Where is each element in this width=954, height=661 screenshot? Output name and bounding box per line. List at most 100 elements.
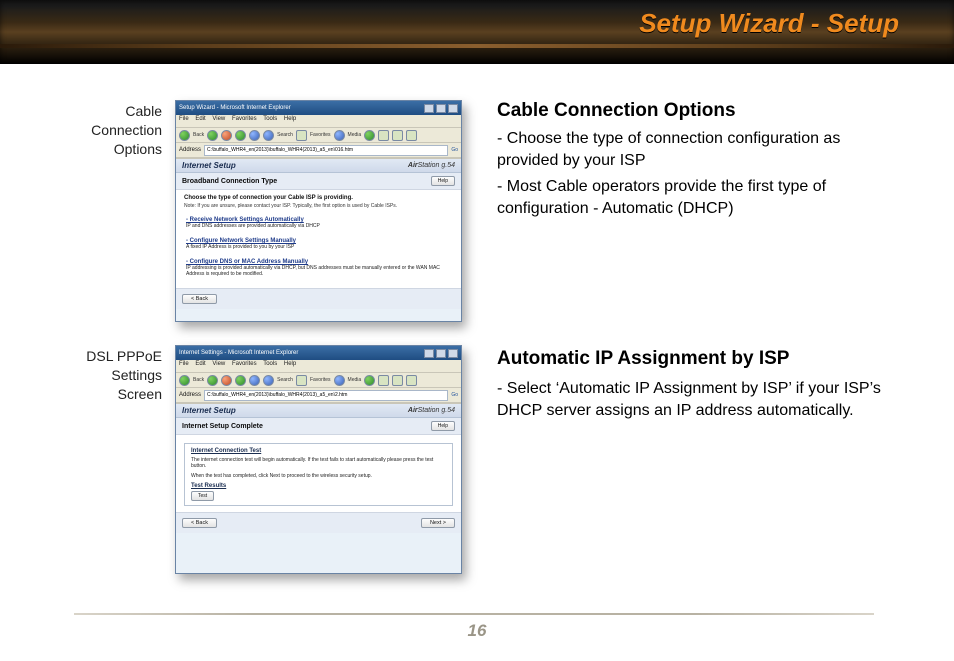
mail-icon[interactable] — [378, 375, 389, 386]
content-header: Internet Setup AirStation g.54 — [176, 159, 461, 173]
brand: AirStation g.54 — [408, 407, 455, 414]
media-label: Media — [348, 132, 362, 138]
brand-b: Station — [418, 407, 440, 414]
forward-icon[interactable] — [207, 375, 218, 386]
search-label: Search — [277, 132, 293, 138]
test-button[interactable]: Test — [191, 491, 214, 501]
refresh-icon[interactable] — [235, 130, 246, 141]
section-paragraph-3: - Select ‘Automatic IP Assignment by ISP… — [497, 378, 887, 421]
back-icon[interactable] — [179, 130, 190, 141]
stop-icon[interactable] — [221, 130, 232, 141]
header-underline — [0, 44, 954, 48]
menu-help[interactable]: Help — [284, 361, 296, 367]
media-icon[interactable] — [334, 375, 345, 386]
content-title: Internet Setup — [182, 406, 236, 415]
screenshot-cable-options: Setup Wizard - Microsoft Internet Explor… — [175, 100, 462, 322]
menu-view[interactable]: View — [212, 116, 225, 122]
content-title: Internet Setup — [182, 161, 236, 170]
print-icon[interactable] — [392, 130, 403, 141]
forward-icon[interactable] — [207, 130, 218, 141]
menu-file[interactable]: File — [179, 361, 189, 367]
minimize-icon[interactable] — [424, 349, 434, 358]
edit-icon[interactable] — [406, 130, 417, 141]
menu-edit[interactable]: Edit — [195, 361, 205, 367]
search-icon[interactable] — [263, 375, 274, 386]
header-banner: Setup Wizard - Setup — [0, 0, 954, 64]
home-icon[interactable] — [249, 130, 260, 141]
home-icon[interactable] — [249, 375, 260, 386]
menu-help[interactable]: Help — [284, 116, 296, 122]
page-body: Internet Setup AirStation g.54 Internet … — [176, 403, 461, 533]
close-icon[interactable] — [448, 104, 458, 113]
help-button[interactable]: Help — [431, 176, 455, 186]
section-heading-2: Automatic IP Assignment by ISP — [497, 348, 789, 370]
connection-test-title: Internet Connection Test — [191, 448, 446, 454]
favorites-label: Favorites — [310, 132, 331, 138]
help-button[interactable]: Help — [431, 421, 455, 431]
window-titlebar: Setup Wizard - Microsoft Internet Explor… — [176, 101, 461, 115]
media-icon[interactable] — [334, 130, 345, 141]
favorites-icon[interactable] — [296, 130, 307, 141]
page-title: Setup Wizard - Setup — [639, 8, 899, 39]
refresh-icon[interactable] — [235, 375, 246, 386]
sub-title: Broadband Connection Type — [182, 178, 277, 185]
brand-a: Air — [408, 407, 418, 414]
address-label: Address — [179, 147, 201, 153]
history-icon[interactable] — [364, 375, 375, 386]
window-title: Internet Settings - Microsoft Internet E… — [179, 350, 298, 356]
address-label: Address — [179, 392, 201, 398]
footer-rule — [74, 613, 874, 615]
connection-test-p2: When the test has completed, click Next … — [191, 473, 446, 479]
section-paragraph-1: - Choose the type of connection configur… — [497, 128, 887, 171]
menu-favorites[interactable]: Favorites — [232, 361, 257, 367]
stop-icon[interactable] — [221, 375, 232, 386]
search-icon[interactable] — [263, 130, 274, 141]
go-button[interactable]: Go — [451, 147, 458, 153]
connection-test-box: Internet Connection Test The internet co… — [184, 443, 453, 506]
note-text: Note: If you are unsure, please contact … — [184, 203, 453, 209]
maximize-icon[interactable] — [436, 104, 446, 113]
back-button[interactable]: < Back — [182, 518, 217, 528]
back-label: Back — [193, 377, 204, 383]
next-button[interactable]: Next > — [421, 518, 455, 528]
close-icon[interactable] — [448, 349, 458, 358]
search-label: Search — [277, 377, 293, 383]
address-bar: Address Go — [176, 143, 461, 158]
caption-a: Cable Connection Options — [62, 102, 162, 159]
option-3: - Configure DNS or MAC Address Manually … — [184, 256, 453, 283]
option-2-desc: A fixed IP Address is provided to you by… — [186, 244, 451, 250]
address-input[interactable] — [204, 145, 448, 156]
print-icon[interactable] — [392, 375, 403, 386]
toolbar: Back Search Favorites Media — [176, 128, 461, 143]
window-buttons — [424, 104, 458, 113]
menu-tools[interactable]: Tools — [263, 361, 277, 367]
address-bar: Address Go — [176, 388, 461, 403]
back-button[interactable]: < Back — [182, 294, 217, 304]
media-label: Media — [348, 377, 362, 383]
content-footer: < Back — [176, 288, 461, 309]
page-number: 16 — [0, 621, 954, 641]
history-icon[interactable] — [364, 130, 375, 141]
favorites-icon[interactable] — [296, 375, 307, 386]
edit-icon[interactable] — [406, 375, 417, 386]
menu-edit[interactable]: Edit — [195, 116, 205, 122]
section-paragraph-2: - Most Cable operators provide the first… — [497, 176, 887, 219]
menu-favorites[interactable]: Favorites — [232, 116, 257, 122]
minimize-icon[interactable] — [424, 104, 434, 113]
mail-icon[interactable] — [378, 130, 389, 141]
menu-tools[interactable]: Tools — [263, 116, 277, 122]
option-1-desc: IP and DNS addresses are provided automa… — [186, 223, 451, 229]
caption-b-l3: Screen — [118, 386, 162, 402]
menu-view[interactable]: View — [212, 361, 225, 367]
option-2: - Configure Network Settings Manually A … — [184, 235, 453, 256]
caption-a-l2: Connection — [91, 122, 162, 138]
content-header: Internet Setup AirStation g.54 — [176, 404, 461, 418]
toolbar: Back Search Favorites Media — [176, 373, 461, 388]
content-subheader: Broadband Connection Type Help — [176, 173, 461, 190]
back-icon[interactable] — [179, 375, 190, 386]
menu-file[interactable]: File — [179, 116, 189, 122]
go-button[interactable]: Go — [451, 392, 458, 398]
address-input[interactable] — [204, 390, 448, 401]
maximize-icon[interactable] — [436, 349, 446, 358]
brand-a: Air — [408, 162, 418, 169]
